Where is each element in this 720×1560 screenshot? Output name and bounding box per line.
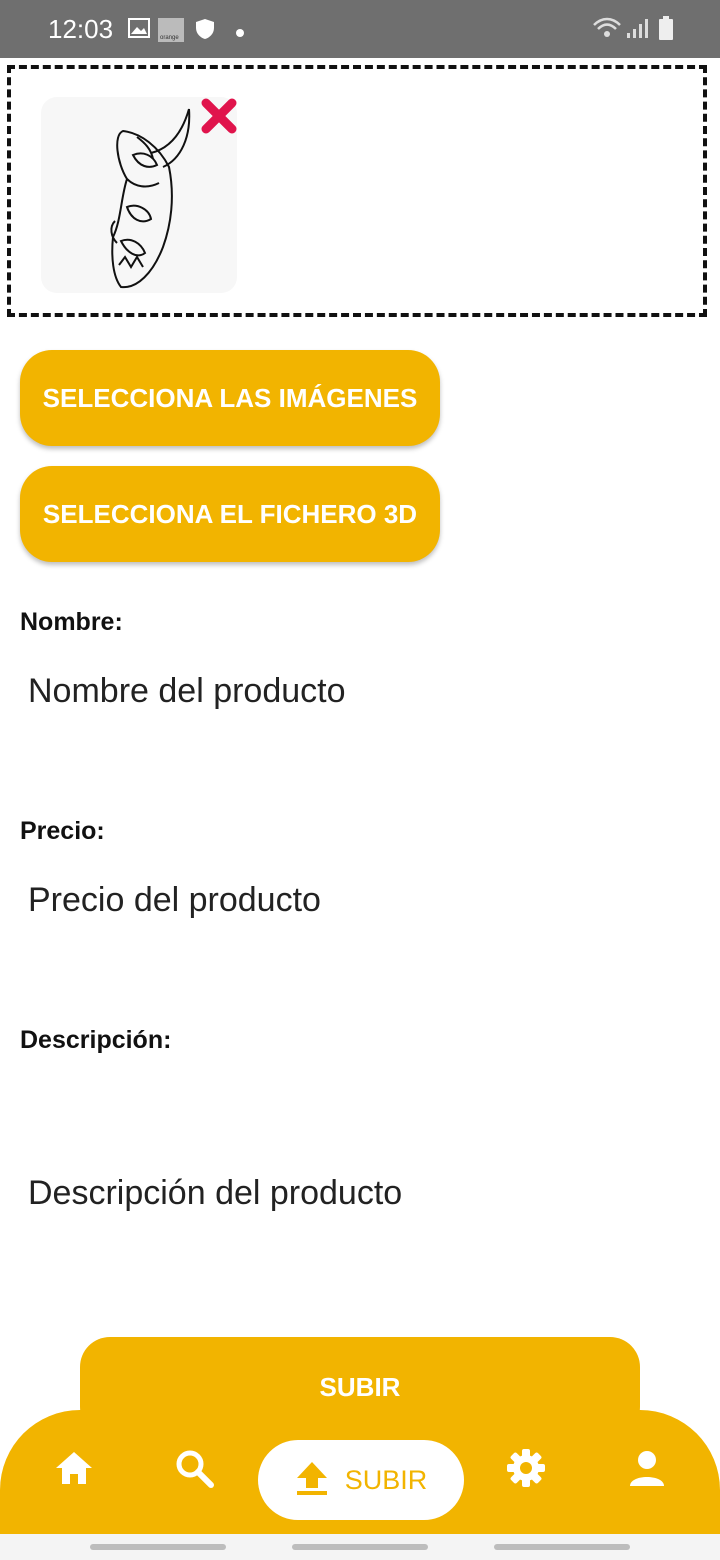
nav-settings-gear-icon[interactable] bbox=[506, 1448, 546, 1493]
name-label: Nombre: bbox=[20, 608, 123, 636]
nav-search-icon[interactable] bbox=[174, 1448, 214, 1493]
image-drop-area[interactable] bbox=[7, 65, 707, 317]
description-input[interactable] bbox=[18, 1164, 698, 1223]
description-label: Descripción: bbox=[20, 1026, 172, 1054]
nav-upload-tab[interactable]: SUBIR bbox=[258, 1440, 464, 1520]
nav-home-icon[interactable] bbox=[54, 1448, 94, 1493]
carrier-icon: orange bbox=[158, 18, 184, 47]
nav-upload-label: SUBIR bbox=[344, 1464, 428, 1495]
dot-icon bbox=[235, 25, 245, 43]
name-input[interactable] bbox=[18, 662, 698, 721]
nav-profile-user-icon[interactable] bbox=[627, 1448, 667, 1493]
system-back-bar[interactable] bbox=[494, 1544, 630, 1550]
select-3d-file-button[interactable]: SELECCIONA EL FICHERO 3D bbox=[20, 466, 440, 562]
system-home-bar[interactable] bbox=[292, 1544, 428, 1550]
wifi-icon bbox=[592, 17, 622, 44]
price-input[interactable] bbox=[18, 871, 698, 930]
carrier-text: orange bbox=[160, 35, 179, 41]
signal-icon bbox=[626, 19, 648, 44]
system-recents-bar[interactable] bbox=[90, 1544, 226, 1550]
status-time: 12:03 bbox=[48, 14, 114, 44]
price-label: Precio: bbox=[20, 817, 105, 845]
system-nav-bar bbox=[0, 1534, 720, 1560]
upload-icon bbox=[295, 1460, 329, 1501]
battery-icon bbox=[659, 16, 673, 45]
image-icon bbox=[128, 18, 150, 43]
shield-icon bbox=[195, 18, 215, 45]
remove-image-icon[interactable] bbox=[199, 96, 239, 141]
select-images-button[interactable]: SELECCIONA LAS IMÁGENES bbox=[20, 350, 440, 446]
bottom-nav: SUBIR bbox=[0, 1410, 720, 1534]
status-bar: 12:03 orange bbox=[0, 0, 720, 58]
